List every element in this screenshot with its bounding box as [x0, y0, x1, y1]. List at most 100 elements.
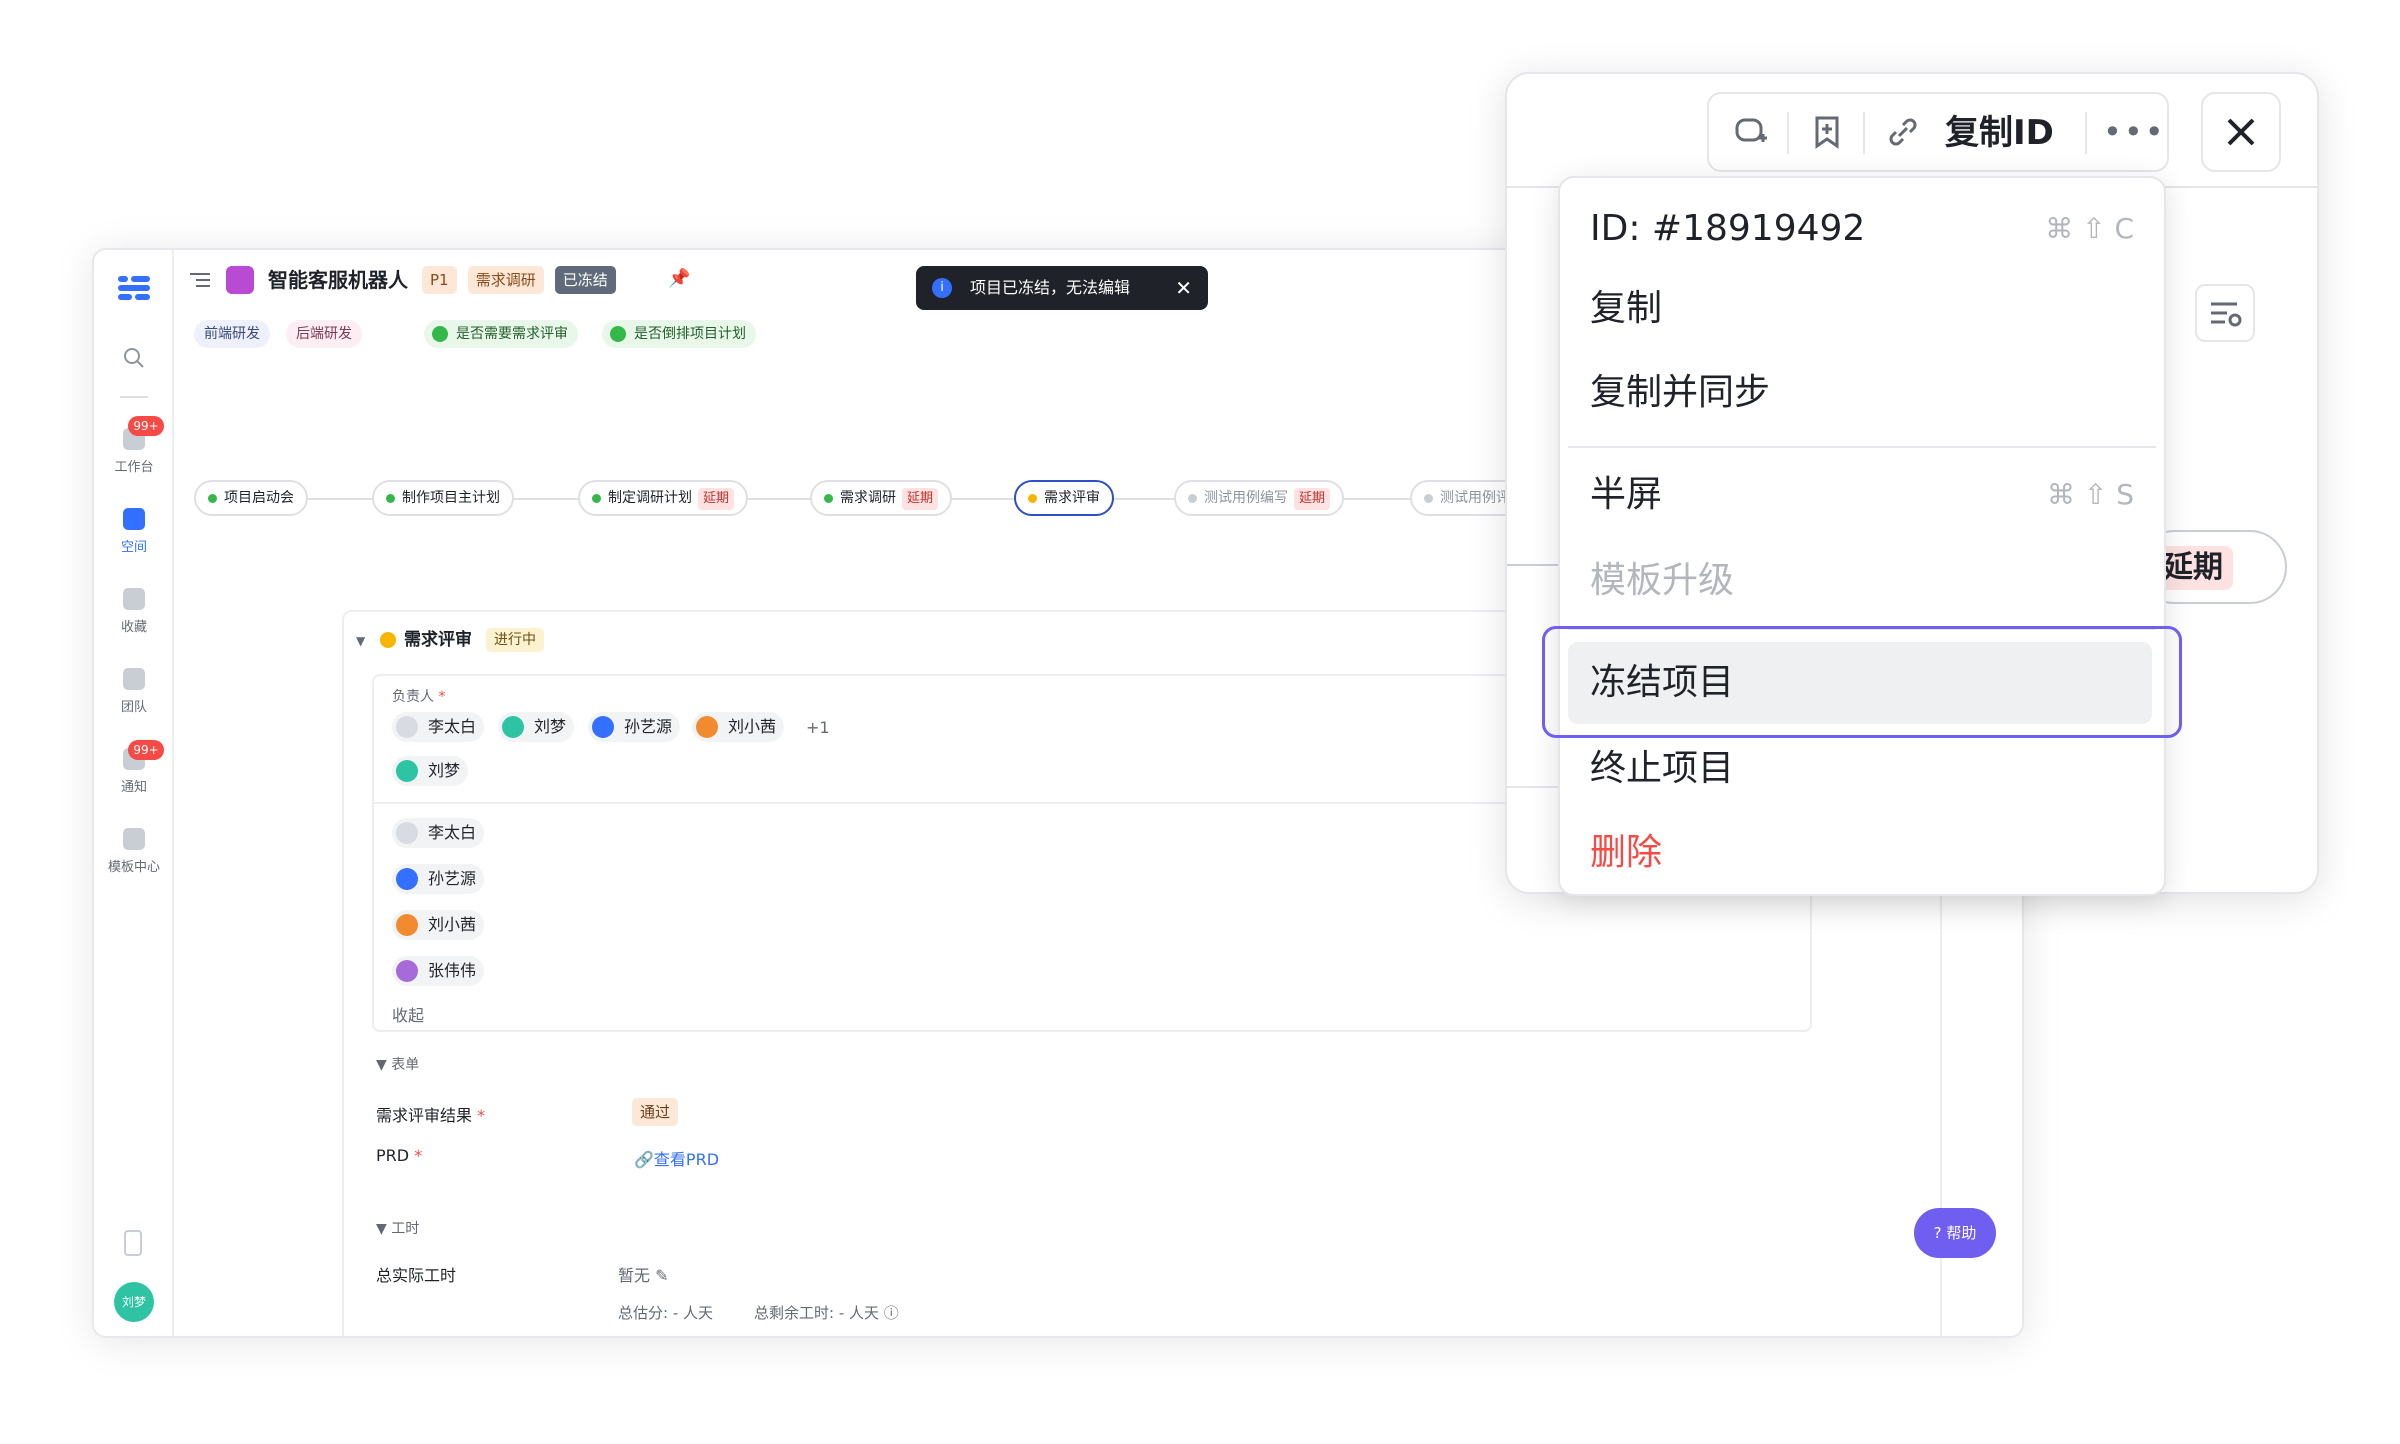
- sidebar-item-label: 空间: [120, 540, 147, 555]
- notification-badge: 99+: [128, 416, 164, 436]
- check-icon: [432, 326, 448, 342]
- check-reverse-plan: 是否倒排项目计划: [602, 320, 756, 348]
- owner-chip[interactable]: 刘梦: [392, 756, 469, 786]
- app-logo[interactable]: [118, 274, 150, 300]
- team-icon: [123, 668, 145, 690]
- sidebar: 工作台 99+ 空间 收藏 团队 通知 99+ 模板中心 刘梦: [94, 250, 174, 1336]
- search-icon[interactable]: [122, 346, 146, 370]
- list-item[interactable]: 孙艺源: [392, 864, 485, 894]
- sidebar-item-label: 工作台: [114, 460, 154, 475]
- divider: [1568, 446, 2156, 448]
- menu-item-copy[interactable]: 复制: [1590, 284, 1662, 334]
- notification-badge: 99+: [128, 740, 164, 760]
- owner-chip[interactable]: 刘梦: [498, 712, 575, 742]
- list-item[interactable]: 张伟伟: [392, 956, 485, 986]
- highlight-frame: [1542, 626, 2182, 738]
- menu-item-template-upgrade[interactable]: 模板升级: [1590, 556, 1734, 606]
- owner-label: 负责人 *: [392, 689, 446, 705]
- menu-item-copy-sync[interactable]: 复制并同步: [1590, 368, 1770, 418]
- owner-chip[interactable]: 刘小茜: [692, 712, 785, 742]
- settings-icon[interactable]: [2195, 284, 2255, 342]
- divider: [2085, 112, 2087, 154]
- prd-label: PRD *: [376, 1146, 423, 1165]
- actual-hours-value[interactable]: 暂无 ✎: [618, 1262, 669, 1286]
- timeline-node[interactable]: 制定调研计划 延期: [578, 480, 749, 516]
- remaining-text: 总剩余工时: - 人天 ⓘ: [754, 1304, 899, 1322]
- check-icon: [610, 326, 626, 342]
- frozen-badge: 已冻结: [554, 266, 616, 294]
- owners-more[interactable]: +1: [806, 718, 830, 737]
- priority-badge: P1: [422, 266, 457, 294]
- owner-chip[interactable]: 孙艺源: [588, 712, 681, 742]
- review-result-label: 需求评审结果 *: [376, 1106, 486, 1125]
- bookmark-icon[interactable]: [1807, 112, 1847, 152]
- timeline-node[interactable]: 项目启动会: [194, 480, 308, 516]
- toast: i 项目已冻结，无法编辑 ✕: [916, 266, 1208, 310]
- sidebar-item-label: 收藏: [120, 620, 147, 635]
- status-dot: [380, 632, 396, 648]
- tag-backend: 后端研发: [286, 320, 362, 348]
- section-title: 需求评审: [404, 630, 472, 650]
- popup-toolbar: 复制ID •••: [1707, 92, 2169, 172]
- more-menu: ID: #18919492 ⌘ ⇧ C 复制 复制并同步 半屏 ⌘ ⇧ S 模板…: [1558, 176, 2166, 896]
- menu-item-half-screen[interactable]: 半屏: [1590, 470, 1662, 520]
- close-icon: [2227, 118, 2255, 146]
- list-item[interactable]: 刘小茜: [392, 910, 485, 940]
- shortcut-label: ⌘ ⇧ S: [2046, 478, 2134, 511]
- divider: [1787, 112, 1789, 154]
- review-result-value[interactable]: 通过: [632, 1098, 679, 1126]
- template-icon: [123, 828, 145, 850]
- sidebar-item-label: 模板中心: [107, 860, 160, 875]
- star-icon: [123, 588, 145, 610]
- check-review: 是否需要需求评审: [424, 320, 578, 348]
- menu-item-terminate[interactable]: 终止项目: [1590, 744, 1734, 794]
- timeline-node-current[interactable]: 需求评审: [1014, 480, 1114, 516]
- copy-id-button[interactable]: 复制ID: [1945, 112, 2054, 154]
- menu-item-delete[interactable]: 删除: [1590, 828, 1662, 878]
- stage-badge: 需求调研: [467, 266, 544, 294]
- add-comment-icon[interactable]: [1731, 112, 1771, 152]
- space-icon: [123, 508, 145, 530]
- tag-frontend: 前端研发: [194, 320, 270, 348]
- help-icon: ?: [1933, 1224, 1942, 1242]
- shortcut-label: ⌘ ⇧ C: [2045, 212, 2134, 245]
- close-button[interactable]: [2201, 92, 2281, 172]
- collapse-arrow-icon[interactable]: ▼: [356, 634, 365, 648]
- outline-toggle-icon[interactable]: [190, 272, 210, 288]
- help-button[interactable]: ? 帮助: [1914, 1208, 1996, 1258]
- pin-icon[interactable]: 📌: [668, 268, 690, 289]
- divider: [120, 396, 148, 398]
- info-icon: i: [932, 278, 952, 298]
- sidebar-item-space[interactable]: 空间: [94, 508, 174, 555]
- form-section-title[interactable]: ▼ 表单: [376, 1054, 419, 1074]
- actual-hours-label: 总实际工时: [376, 1266, 457, 1285]
- sidebar-item-label: 通知: [120, 780, 147, 795]
- toast-text: 项目已冻结，无法编辑: [970, 278, 1131, 297]
- phone-icon[interactable]: [124, 1230, 142, 1256]
- menu-item-id[interactable]: ID: #18919492: [1590, 204, 1865, 254]
- info-icon[interactable]: ⓘ: [884, 1304, 899, 1322]
- sidebar-item-templates[interactable]: 模板中心: [94, 828, 174, 875]
- edit-icon[interactable]: ✎: [655, 1266, 668, 1285]
- more-icon[interactable]: •••: [2103, 116, 2166, 148]
- sidebar-item-favorites[interactable]: 收藏: [94, 588, 174, 635]
- divider: [1863, 112, 1865, 154]
- timeline-node[interactable]: 制作项目主计划: [372, 480, 514, 516]
- list-item[interactable]: 李太白: [392, 818, 485, 848]
- timeline-node[interactable]: 需求调研 延期: [810, 480, 953, 516]
- sidebar-item-label: 团队: [120, 700, 147, 715]
- estimate-text: 总估分: - 人天: [618, 1304, 714, 1322]
- project-title: 智能客服机器人: [268, 268, 408, 292]
- collapse-link[interactable]: 收起: [392, 1002, 424, 1026]
- close-icon[interactable]: ✕: [1175, 266, 1192, 310]
- hours-section-title[interactable]: ▼ 工时: [376, 1218, 419, 1238]
- prd-link[interactable]: 🔗查看PRD: [634, 1146, 719, 1170]
- owner-chip[interactable]: 李太白: [392, 712, 485, 742]
- timeline-node[interactable]: 测试用例编写 延期: [1174, 480, 1345, 516]
- link-icon[interactable]: [1883, 112, 1923, 152]
- sidebar-item-team[interactable]: 团队: [94, 668, 174, 715]
- avatar[interactable]: 刘梦: [114, 1282, 154, 1322]
- project-icon: [226, 266, 254, 294]
- link-icon: 🔗: [634, 1150, 654, 1169]
- status-badge: 进行中: [486, 628, 544, 652]
